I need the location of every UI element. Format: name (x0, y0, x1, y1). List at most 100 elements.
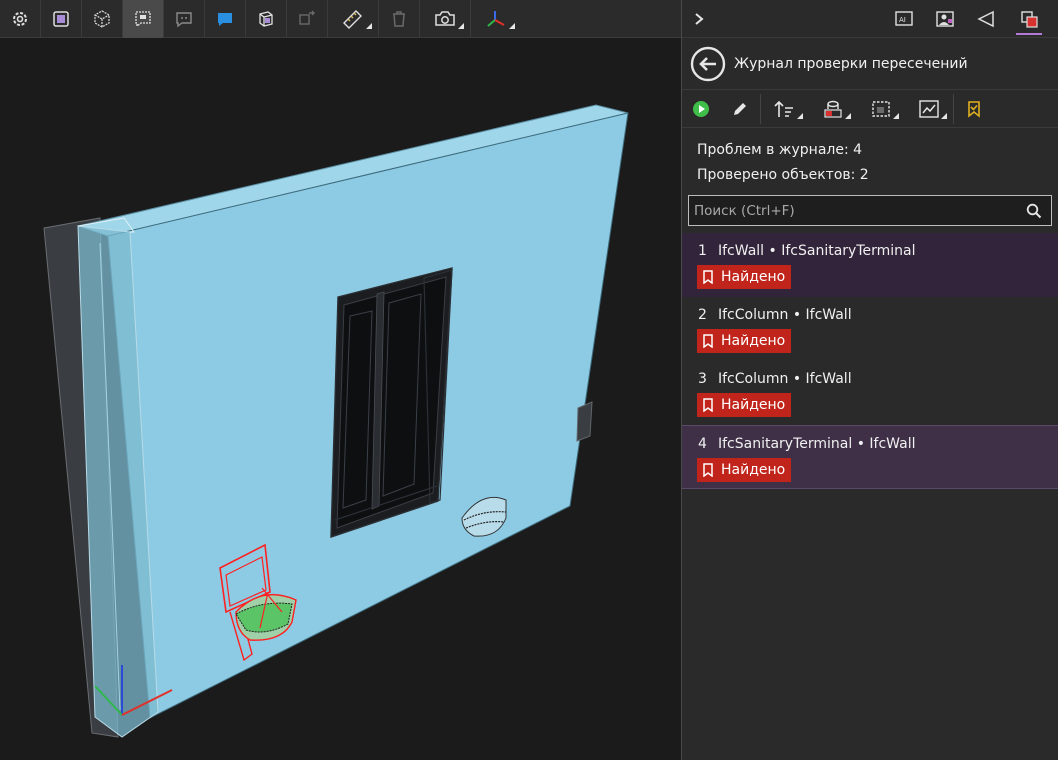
ruler-icon (343, 9, 362, 29)
highlight-icon (824, 100, 842, 118)
move-button[interactable] (287, 0, 327, 38)
cursor-button[interactable] (969, 0, 1003, 38)
issue-name: IfcWall • IfcSanitaryTerminal (718, 243, 916, 259)
status-label: Найдено (721, 269, 786, 285)
pencil-icon (734, 102, 746, 115)
3d-viewport[interactable] (0, 0, 681, 760)
checked-objects-count: Проверено объектов: 2 (697, 167, 869, 183)
dropdown-arrow-icon (509, 22, 515, 29)
dropdown-arrow-icon (893, 112, 899, 119)
bookmark-icon (703, 270, 713, 284)
cursor-icon (977, 10, 994, 28)
comment-frame-button[interactable] (123, 0, 163, 38)
bookmark-icon (703, 398, 713, 412)
dropdown-arrow-icon (458, 22, 464, 29)
ai-button[interactable]: AI (887, 0, 921, 38)
collapse-panel-button[interactable] (682, 0, 716, 38)
status-badge[interactable]: Найдено (697, 329, 792, 353)
dropdown-arrow-icon (941, 112, 947, 119)
gear-icon (13, 11, 27, 26)
issues-list: 1 IfcWall • IfcSanitaryTerminal Найдено 2… (682, 233, 1058, 489)
panel-top-bar: AI (682, 0, 1058, 38)
journal-title: Журнал проверки пересечений (734, 55, 968, 72)
issue-name: IfcSanitaryTerminal • IfcWall (718, 436, 916, 452)
frame-icon (53, 10, 69, 27)
svg-text:AI: AI (899, 16, 906, 24)
frame-button[interactable] (41, 0, 81, 38)
search-box (688, 195, 1052, 226)
dropdown-arrow-icon (797, 112, 803, 119)
issue-title: 1 IfcWall • IfcSanitaryTerminal (698, 243, 915, 259)
screenshot-button[interactable] (420, 0, 470, 38)
highlight-button[interactable] (809, 90, 857, 128)
sort-button[interactable] (761, 90, 809, 128)
status-label: Найдено (721, 462, 786, 478)
select-box-icon (872, 100, 890, 117)
clash-icon (1021, 11, 1038, 28)
axes-icon (487, 10, 505, 27)
issue-title: 4 IfcSanitaryTerminal • IfcWall (698, 436, 915, 452)
image-user-icon (936, 11, 954, 27)
issue-item[interactable]: 1 IfcWall • IfcSanitaryTerminal Найдено (682, 233, 1058, 297)
trash-icon (393, 10, 405, 27)
dropdown-arrow-icon (366, 22, 372, 29)
issue-item-selected[interactable]: 4 IfcSanitaryTerminal • IfcWall Найдено (682, 425, 1058, 489)
viewer-toolbar (0, 0, 681, 38)
delete-button[interactable] (379, 0, 419, 38)
journal-header: Журнал проверки пересечений (682, 38, 1058, 90)
chart-button[interactable] (905, 90, 953, 128)
chevron-right-icon (695, 13, 704, 25)
chart-icon (919, 99, 939, 118)
comment-icon (176, 11, 192, 27)
dropdown-arrow-icon (845, 112, 851, 119)
issue-number: 4 (698, 436, 707, 452)
run-check-button[interactable] (682, 90, 720, 128)
camera-icon (435, 10, 455, 26)
image-user-button[interactable] (928, 0, 962, 38)
issue-number: 2 (698, 307, 707, 323)
section-box-icon (259, 10, 273, 27)
issue-item[interactable]: 3 IfcColumn • IfcWall Найдено (682, 361, 1058, 425)
status-badge[interactable]: Найдено (697, 458, 792, 482)
status-label: Найдено (721, 333, 786, 349)
cube-view-button[interactable] (82, 0, 122, 38)
settings-button[interactable] (0, 0, 40, 38)
clash-panel: AI Журнал проверки пересечений Проблем в… (681, 0, 1058, 760)
search-button[interactable] (1017, 203, 1051, 219)
comment-filled-icon (218, 12, 232, 26)
issue-title: 2 IfcColumn • IfcWall (698, 307, 852, 323)
measure-button[interactable] (328, 0, 378, 38)
clash-detection-button[interactable] (1012, 0, 1046, 38)
play-icon (693, 100, 709, 117)
checklist-icon (968, 100, 980, 118)
search-input[interactable] (689, 196, 1017, 225)
axes-button[interactable] (471, 0, 521, 38)
edit-button[interactable] (720, 90, 760, 128)
status-label: Найдено (721, 397, 786, 413)
issue-name: IfcColumn • IfcWall (718, 307, 852, 323)
bookmark-icon (703, 463, 713, 477)
problems-count: Проблем в журнале: 4 (697, 142, 863, 158)
journal-toolbar (682, 90, 1058, 128)
issue-number: 1 (698, 243, 707, 259)
comment-add-button[interactable] (205, 0, 245, 38)
move-icon (299, 10, 315, 25)
back-arrow-icon[interactable] (690, 46, 726, 82)
bookmark-icon (703, 334, 713, 348)
model-scene[interactable] (0, 38, 681, 760)
status-badge[interactable]: Найдено (697, 393, 792, 417)
sort-icon (774, 100, 793, 117)
cube-icon (94, 9, 110, 28)
select-box-button[interactable] (857, 90, 905, 128)
status-badge[interactable]: Найдено (697, 265, 792, 289)
ai-icon: AI (895, 11, 913, 26)
window[interactable] (330, 267, 453, 538)
issue-item[interactable]: 2 IfcColumn • IfcWall Найдено (682, 297, 1058, 361)
section-box-button[interactable] (246, 0, 286, 38)
search-icon (1026, 203, 1042, 218)
checklist-button[interactable] (954, 90, 994, 128)
comment-frame-icon (135, 10, 151, 27)
issue-name: IfcColumn • IfcWall (718, 371, 852, 387)
issue-title: 3 IfcColumn • IfcWall (698, 371, 852, 387)
comment-button[interactable] (164, 0, 204, 38)
